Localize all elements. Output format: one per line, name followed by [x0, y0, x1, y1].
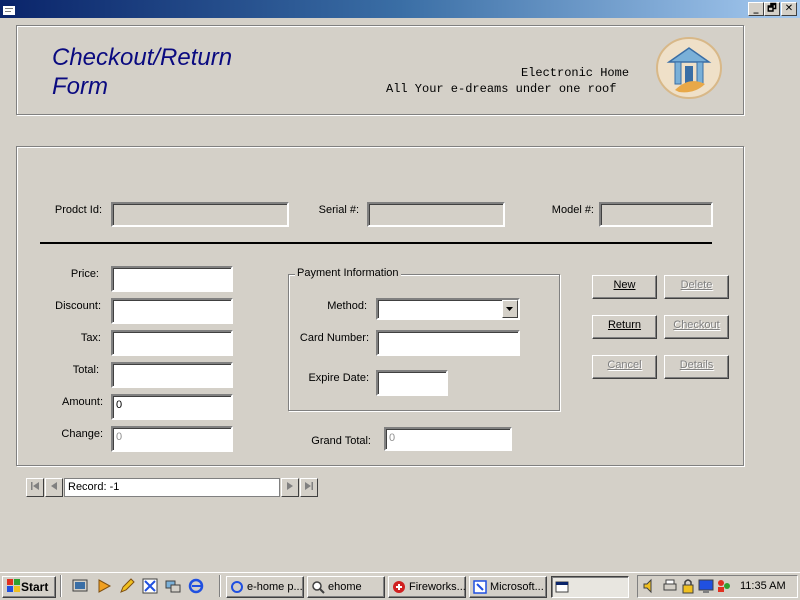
people-icon[interactable] — [716, 578, 732, 594]
discount-label: Discount: — [55, 300, 101, 312]
next-record-button[interactable] — [281, 478, 299, 497]
network-icon[interactable] — [165, 578, 181, 594]
monitor-icon[interactable] — [698, 578, 714, 594]
change-field[interactable]: 0 — [111, 426, 233, 452]
title-line-2: Form — [52, 73, 108, 100]
card-number-label: Card Number: — [299, 332, 369, 344]
lock-icon[interactable] — [680, 578, 696, 594]
title-line-1: Checkout/Return — [52, 44, 233, 71]
checkout-button[interactable]: Checkout — [664, 315, 729, 339]
record-status: Record: -1 — [64, 478, 280, 497]
task-label: Fireworks... — [409, 581, 466, 593]
chevron-down-icon — [506, 307, 513, 311]
amount-field[interactable]: 0 — [111, 394, 233, 420]
task-fireworks[interactable]: Fireworks... — [388, 576, 466, 598]
minimize-button[interactable]: _ — [748, 2, 764, 16]
total-field[interactable] — [111, 362, 233, 388]
model-label: Model #: — [551, 204, 594, 216]
application-icon — [473, 580, 487, 594]
last-record-button[interactable] — [300, 478, 318, 497]
task-label: Microsoft... — [490, 581, 544, 593]
task-label: e-home p... — [247, 581, 303, 593]
delete-button[interactable]: Delete — [664, 275, 729, 299]
details-button[interactable]: Details — [664, 355, 729, 379]
pencil-icon[interactable] — [119, 578, 135, 594]
payment-info-group-label: Payment Information — [295, 267, 401, 279]
application-icon[interactable] — [3, 3, 15, 15]
restore-button[interactable]: 🗗 — [764, 2, 780, 16]
product-id-label: Prodct Id: — [54, 204, 102, 216]
show-desktop-icon[interactable] — [72, 578, 88, 594]
method-label: Method: — [327, 300, 367, 312]
form-window-icon — [555, 581, 569, 593]
grand-total-field[interactable]: 0 — [384, 427, 512, 451]
taskbar-separator — [60, 575, 62, 597]
model-field[interactable] — [599, 202, 713, 227]
last-record-icon — [305, 482, 313, 490]
task-ehome[interactable]: ehome — [307, 576, 385, 598]
task-microsoft[interactable]: Microsoft... — [469, 576, 547, 598]
start-label: Start — [21, 580, 49, 594]
dropdown-button[interactable] — [502, 300, 518, 318]
company-tagline: All Your e-dreams under one roof — [386, 82, 617, 96]
window-title-bar[interactable] — [0, 0, 800, 18]
next-record-icon — [287, 482, 293, 490]
windows-logo-icon — [7, 579, 20, 592]
price-label: Price: — [70, 268, 99, 280]
printer-icon[interactable] — [662, 578, 678, 594]
house-e-logo-icon — [656, 37, 722, 99]
total-label: Total: — [72, 364, 99, 376]
grand-total-label: Grand Total: — [311, 435, 371, 447]
search-folder-icon — [312, 581, 325, 594]
taskbar-clock: 11:35 AM — [740, 580, 786, 592]
tax-field[interactable] — [111, 330, 233, 356]
method-select[interactable] — [376, 298, 520, 320]
cancel-button[interactable]: Cancel — [592, 355, 657, 379]
price-field[interactable] — [111, 266, 233, 292]
product-id-field[interactable] — [111, 202, 289, 227]
task-label: ehome — [328, 581, 362, 593]
change-label: Change: — [61, 428, 103, 440]
first-record-button[interactable] — [26, 478, 44, 497]
previous-record-button[interactable] — [45, 478, 63, 497]
page-title: Checkout/Return Form — [52, 43, 312, 101]
volume-icon[interactable] — [642, 578, 658, 594]
new-button[interactable]: New — [592, 275, 657, 299]
serial-field[interactable] — [367, 202, 505, 227]
tax-label: Tax: — [80, 332, 101, 344]
fireworks-icon — [393, 581, 405, 593]
return-button[interactable]: Return — [592, 315, 657, 339]
previous-record-icon — [51, 482, 57, 490]
task-active-window[interactable] — [551, 576, 629, 598]
expire-date-label: Expire Date: — [308, 372, 369, 384]
internet-explorer-icon[interactable] — [188, 578, 204, 594]
media-player-icon[interactable] — [96, 578, 112, 594]
close-button[interactable]: ✕ — [781, 2, 797, 16]
serial-label: Serial #: — [318, 204, 359, 216]
expire-date-field[interactable] — [376, 370, 448, 396]
divider-line — [40, 242, 712, 244]
card-number-field[interactable] — [376, 330, 520, 356]
company-name: Electronic Home — [521, 66, 630, 80]
taskbar-separator — [219, 575, 221, 597]
start-button[interactable]: Start — [2, 576, 56, 598]
fireworks-tool-icon[interactable] — [142, 578, 158, 594]
amount-label: Amount: — [62, 396, 103, 408]
discount-field[interactable] — [111, 298, 233, 324]
task-ehome-page[interactable]: e-home p... — [226, 576, 304, 598]
first-record-icon — [31, 482, 39, 490]
internet-explorer-icon — [231, 581, 243, 593]
